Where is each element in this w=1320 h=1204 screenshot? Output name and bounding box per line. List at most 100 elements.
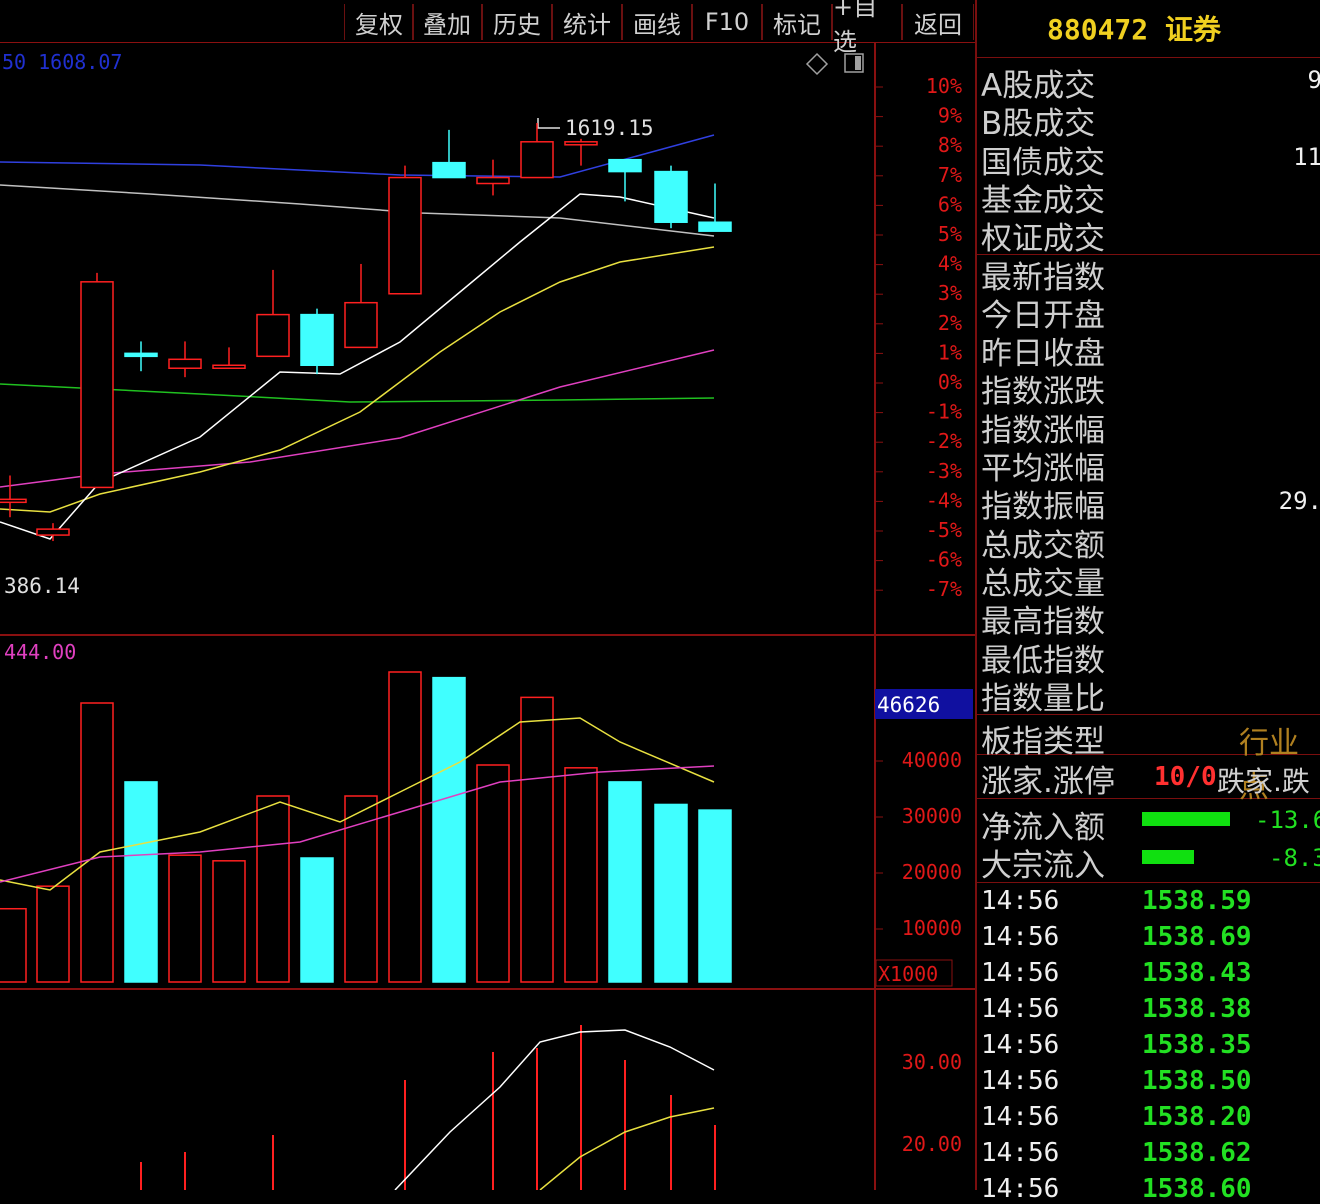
indicator-tick-label: 20.00 [902, 1132, 962, 1156]
volume-bar [432, 676, 466, 983]
percent-tick-label: 1% [938, 340, 962, 364]
mark-button[interactable]: 标记 [762, 4, 832, 40]
volume-bar [698, 809, 732, 983]
tick-time: 14:56 [981, 1102, 1060, 1132]
statistics-button[interactable]: 统计 [552, 4, 622, 40]
indicator-line-white [394, 1029, 715, 1190]
board-type-label: 板指类型 [981, 724, 1105, 760]
volume-bar [256, 795, 290, 983]
percent-tick-label: 3% [938, 281, 962, 305]
current-volume-value: 46626 [877, 693, 940, 717]
volume-bar [608, 781, 642, 983]
volume-bar [476, 764, 510, 983]
candle-body [124, 352, 158, 358]
diamond-icon[interactable] [805, 52, 829, 76]
block-inflow-value: -8.3 [1269, 844, 1320, 872]
kline-chart[interactable]: 10% 9% 8% 7% 6% 5% 4% 3% 2% 1% 0% -1% -2% -3% -4% -5% -6… [0, 42, 975, 1190]
percent-tick-label: 4% [938, 252, 962, 276]
indicator-bars [140, 1025, 716, 1190]
stat-label: 指数量比 [981, 680, 1105, 717]
volume-bar [124, 781, 158, 983]
index-code-title: 880472 证券 [1047, 8, 1221, 48]
volume-bar [520, 696, 554, 983]
volume-bar [654, 803, 688, 983]
percent-tick-label: 7% [938, 163, 962, 187]
candle-body [344, 301, 378, 349]
stat-value: 11 [1293, 142, 1320, 171]
volume-bar [168, 854, 202, 983]
tick-time: 14:56 [981, 1138, 1060, 1168]
candle-body [520, 141, 554, 179]
candle-body [654, 170, 688, 223]
add-watchlist-button[interactable]: +自选 [832, 0, 902, 56]
window-icon-pane [855, 56, 861, 70]
tick-price: 1538.20 [1142, 1102, 1252, 1132]
volume-tick-label: 30000 [902, 804, 962, 828]
index-name: 证券 [1165, 13, 1222, 46]
f10-button[interactable]: F10 [692, 4, 762, 40]
block-inflow-bar [1142, 850, 1194, 864]
tick-time: 14:56 [981, 958, 1060, 988]
tick-price: 1538.43 [1142, 958, 1252, 988]
tick-time: 14:56 [981, 1174, 1060, 1204]
adjust-rights-button[interactable]: 复权 [344, 4, 414, 40]
tick-price: 1538.69 [1142, 922, 1252, 952]
candle-body [212, 364, 246, 370]
percent-tick-label: 5% [938, 222, 962, 246]
candle-body [0, 498, 27, 504]
candle-body [698, 221, 732, 232]
chart-toolbar: 复权 叠加 历史 统计 画线 F10 标记 +自选 返回 [0, 0, 975, 56]
percent-tick-label: 2% [938, 311, 962, 335]
ma120-line [0, 134, 715, 178]
candle-body [256, 313, 290, 358]
stat-value: 9 [1307, 66, 1320, 94]
tick-price: 1538.38 [1142, 994, 1252, 1024]
tick-time: 14:56 [981, 1066, 1060, 1096]
tick-time: 14:56 [981, 886, 1060, 916]
candlesticks [0, 123, 732, 542]
high-marker-arrow [537, 118, 560, 129]
volume-tick-label: 40000 [902, 748, 962, 772]
net-inflow-value: -13.6 [1255, 806, 1320, 834]
percent-tick-label: -5% [926, 518, 962, 542]
tick-price: 1538.59 [1142, 886, 1252, 916]
tick-time: 14:56 [981, 922, 1060, 952]
draw-line-button[interactable]: 画线 [622, 4, 692, 40]
ma250-line [0, 184, 715, 237]
volume-bars [0, 671, 732, 983]
volume-bar [388, 671, 422, 983]
percent-tick-label: 0% [938, 370, 962, 394]
volume-ma-readout: 444.00 [4, 640, 76, 664]
history-button[interactable]: 历史 [482, 4, 552, 40]
candle-body [476, 176, 510, 185]
limit-up-label: 涨家.涨停 [981, 764, 1115, 800]
back-button[interactable]: 返回 [902, 4, 974, 40]
candle-body [608, 158, 642, 173]
candle-body [80, 281, 114, 489]
volume-bar [212, 860, 246, 983]
candle-body [300, 313, 334, 367]
volume-tick-label: 20000 [902, 860, 962, 884]
tick-price: 1538.50 [1142, 1066, 1252, 1096]
high-price-label: 1619.15 [565, 116, 654, 140]
percent-tick-label: -6% [926, 548, 962, 572]
candle-body [36, 528, 70, 536]
percent-tick-label: 9% [938, 104, 962, 128]
tick-price: 1538.35 [1142, 1030, 1252, 1060]
candle-body [432, 161, 466, 179]
volume-bar [300, 857, 334, 983]
volume-tick-label: 10000 [902, 916, 962, 940]
percent-tick-label: -2% [926, 429, 962, 453]
volume-bar [564, 767, 598, 983]
tick-time: 14:56 [981, 994, 1060, 1024]
volume-unit: X1000 [878, 962, 938, 986]
limit-down-label: 跌家.跌 [1217, 765, 1310, 798]
quote-info-panel: 880472 证券 A股成交 9 B股成交 国债成交 11 基金成交 权证成交 最新指数 今日开… [975, 0, 1320, 1204]
block-inflow-label: 大宗流入 [981, 848, 1105, 884]
overlay-button[interactable]: 叠加 [412, 4, 482, 40]
candle-body [564, 141, 598, 146]
indicator-line-yellow [539, 1107, 715, 1190]
candle-body [168, 358, 202, 369]
percent-tick-label: -7% [926, 577, 962, 601]
percent-tick-label: 6% [938, 192, 962, 216]
